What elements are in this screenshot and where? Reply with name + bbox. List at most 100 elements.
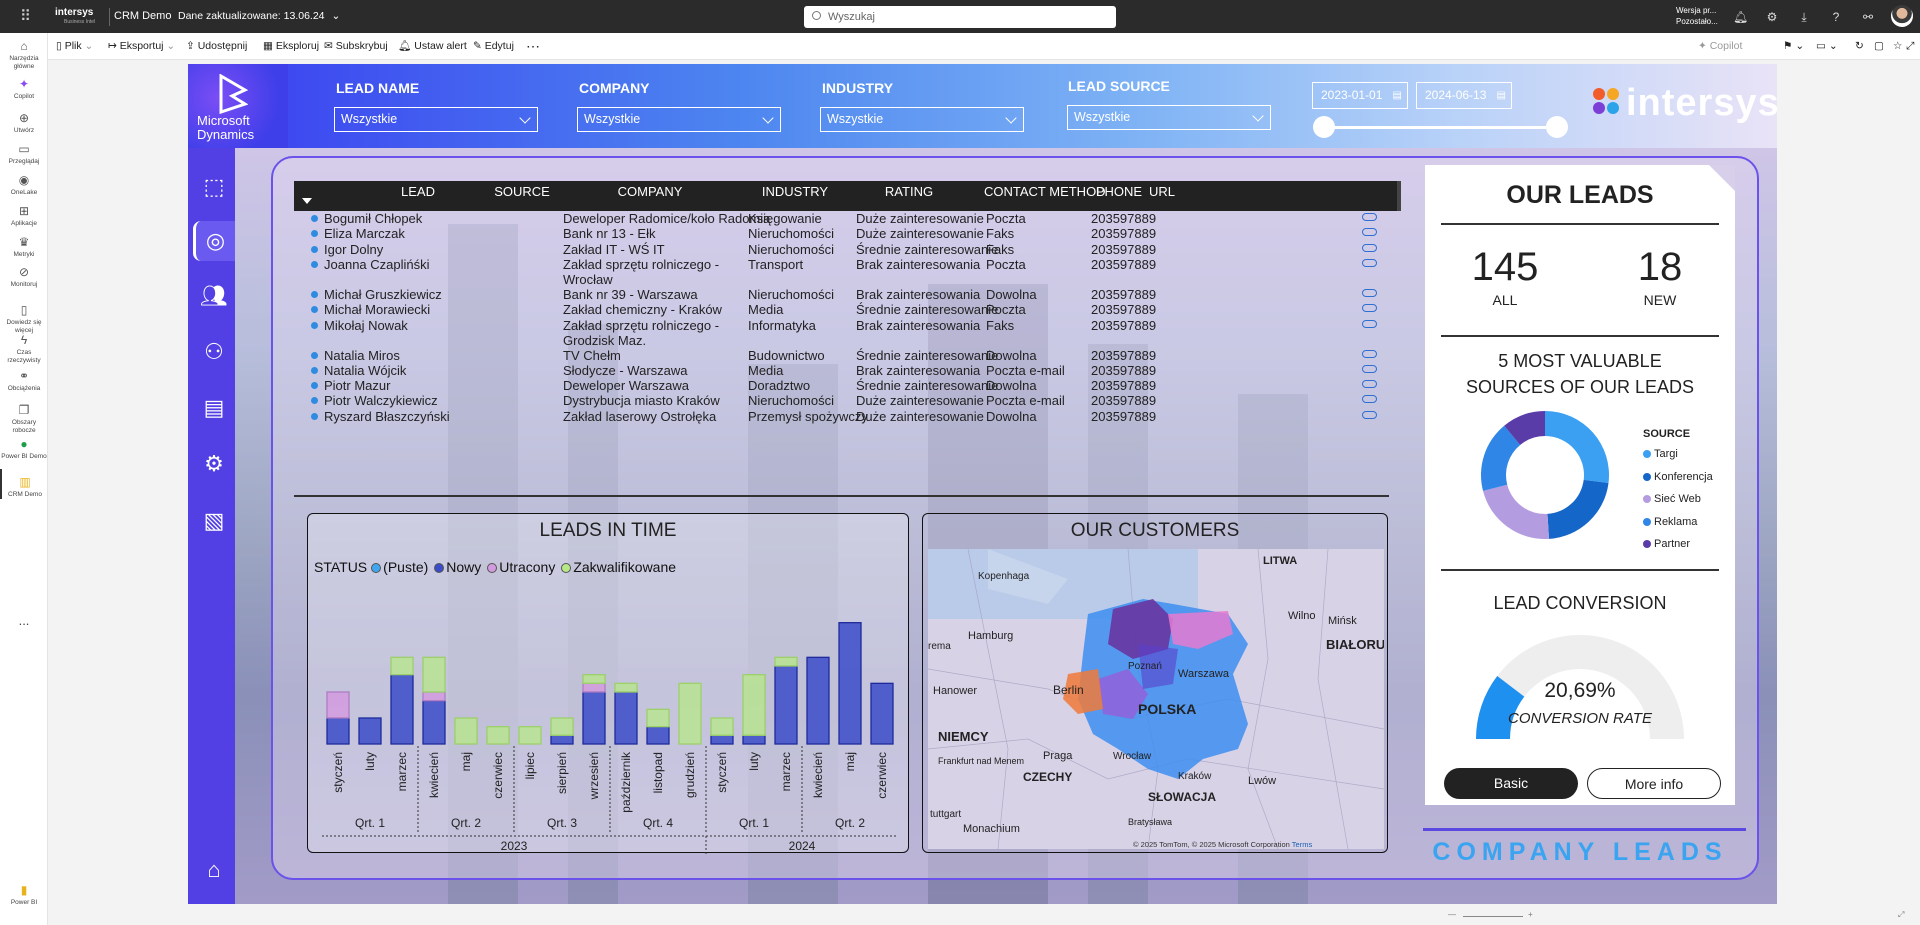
column-header[interactable]: LEAD — [364, 181, 472, 203]
bar-zakwalifikowane[interactable] — [678, 682, 702, 745]
date-slider-handle-start[interactable] — [1313, 116, 1335, 138]
sort-arrow-icon[interactable] — [302, 198, 312, 204]
link-icon[interactable] — [1362, 349, 1377, 358]
link-icon[interactable] — [1362, 258, 1377, 267]
date-from-input[interactable]: 2023-01-01 ▤ — [1312, 82, 1408, 109]
nav-item[interactable]: ❐ Obszary robocze — [0, 397, 48, 434]
column-header[interactable]: RATING — [849, 181, 969, 203]
bar-zakwalifikowane[interactable] — [454, 717, 478, 745]
legend-item[interactable]: Targi — [1643, 448, 1678, 460]
bar-zakwalifikowane[interactable] — [742, 674, 766, 736]
bar-zakwalifikowane[interactable] — [518, 726, 542, 745]
bar-zakwalifikowane[interactable] — [390, 656, 414, 676]
column-header[interactable]: PHONE — [1094, 181, 1144, 203]
share-link-icon[interactable]: ⚯ — [1861, 10, 1875, 24]
bar-utracony[interactable] — [582, 682, 606, 693]
bar-nowy[interactable] — [838, 622, 862, 745]
link-icon[interactable] — [1362, 410, 1377, 419]
nav-item[interactable]: ⊞ Aplikacje — [0, 198, 48, 228]
powerbi-switcher[interactable]: ▮ Power BI — [0, 883, 48, 907]
column-header[interactable]: COMPANY — [592, 181, 708, 203]
bar-nowy[interactable] — [870, 682, 894, 745]
column-header[interactable]: INDUSTRY — [739, 181, 851, 203]
link-icon[interactable] — [1362, 228, 1377, 237]
table-scrollbar[interactable] — [1397, 181, 1401, 211]
ticket-nav-icon[interactable]: ⬚ — [193, 167, 235, 207]
legend-item[interactable]: Konferencja — [1643, 471, 1713, 483]
edit-button[interactable]: ✎ Edytuj — [473, 33, 514, 60]
nav-item[interactable]: ◉ OneLake — [0, 167, 48, 197]
bar-utracony[interactable] — [326, 691, 350, 719]
map-terms-link[interactable]: Terms — [1292, 840, 1312, 849]
link-icon[interactable] — [1362, 319, 1377, 328]
map-canvas[interactable]: Kopenhaga LITWA Wilno Mińsk BIAŁORUŚ Hamburg r… — [928, 549, 1384, 849]
table-row[interactable]: Michał Morawiecki Zakład chemiczny - Krak… — [294, 302, 1394, 317]
more-nav-button[interactable]: ... — [0, 614, 48, 627]
subscribe-button[interactable]: ✉ Subskrybuj — [324, 33, 388, 60]
table-row[interactable]: Ryszard Błaszczyński Zakład laserowy Ostr… — [294, 409, 1394, 424]
bar-zakwalifikowane[interactable] — [710, 717, 734, 736]
nav-item[interactable]: ♛ Metryki — [0, 229, 48, 259]
copilot-button[interactable]: ✦ Copilot — [1698, 33, 1742, 60]
filter-lead-name[interactable]: Wszystkie — [334, 107, 538, 132]
settings-icon[interactable]: ⚙ — [1765, 10, 1779, 24]
link-icon[interactable] — [1362, 380, 1377, 389]
bar-nowy[interactable] — [614, 691, 638, 745]
explore-button[interactable]: ▦ Eksploruj — [263, 33, 319, 60]
link-icon[interactable] — [1362, 213, 1377, 221]
deals-nav-icon[interactable]: ⚇ — [193, 332, 235, 372]
bar-zakwalifikowane[interactable] — [614, 682, 638, 693]
link-icon[interactable] — [1362, 243, 1377, 252]
orders-nav-icon[interactable]: ⚙ — [193, 444, 235, 484]
legend-item[interactable]: Partner — [1643, 538, 1690, 550]
share-button[interactable]: ⇪ Udostępnij — [186, 33, 247, 60]
leads-nav-icon[interactable]: ◎ — [193, 221, 235, 261]
link-icon[interactable] — [1362, 304, 1377, 313]
bar-zakwalifikowane[interactable] — [550, 717, 574, 736]
bar-nowy[interactable] — [550, 734, 574, 745]
donut-slice[interactable] — [1483, 484, 1550, 539]
nav-item[interactable]: ⚭ Obciążenia — [0, 363, 48, 393]
bar-utracony[interactable] — [422, 691, 446, 702]
table-row[interactable]: Piotr Walczykiewicz Dystrybucja miasto Kr… — [294, 393, 1394, 408]
column-header[interactable]: CONTACT METHOD — [984, 181, 1106, 203]
zoom-out-button[interactable]: — — [1448, 910, 1456, 919]
zoom-slider[interactable] — [1463, 916, 1523, 917]
alert-button[interactable]: 🔔︎ Ustaw alert — [398, 33, 467, 60]
table-row[interactable]: Natalia Miros TV Chełm Budownictwo Średnie … — [294, 348, 1394, 363]
notifications-icon[interactable]: 🔔︎ — [1733, 10, 1748, 24]
date-to-input[interactable]: 2024-06-13 ▤ — [1416, 82, 1512, 109]
search-input[interactable]: Wyszukaj — [804, 6, 1116, 28]
donut-slice[interactable] — [1545, 411, 1610, 484]
bar-zakwalifikowane[interactable] — [646, 708, 670, 728]
more-info-button[interactable]: More info — [1587, 768, 1721, 799]
filter-industry[interactable]: Wszystkie — [820, 107, 1024, 132]
legend-item[interactable]: Reklama — [1643, 516, 1697, 528]
reports-nav-icon[interactable]: ▤ — [193, 388, 235, 428]
bar-zakwalifikowane[interactable] — [582, 674, 606, 684]
table-row[interactable]: Michał Gruszkiewicz Bank nr 39 - Warszawa… — [294, 287, 1394, 302]
table-row[interactable]: Natalia Wójcik Słodycze - Warszawa Media Br… — [294, 363, 1394, 378]
fit-page-icon[interactable]: ⤢ — [1898, 910, 1904, 920]
bar-nowy[interactable] — [710, 734, 734, 745]
bar-zakwalifikowane[interactable] — [774, 656, 798, 667]
table-row[interactable]: Igor Dolny Zakład IT - WŚ IT Nieruchomości… — [294, 242, 1394, 257]
app-launcher-icon[interactable]: ⠿ — [20, 0, 31, 33]
filter-lead-source[interactable]: Wszystkie — [1067, 105, 1271, 130]
help-icon[interactable]: ? — [1829, 10, 1843, 24]
nav-item[interactable]: ⌂ Narzędzia główne — [0, 33, 48, 70]
column-header[interactable]: URL — [1149, 181, 1175, 203]
user-trial-info[interactable]: Wersja pr... Pozostało... — [1676, 5, 1718, 27]
nav-item[interactable]: ✦ Copilot — [0, 71, 48, 101]
column-header[interactable]: SOURCE — [464, 181, 580, 203]
table-row[interactable]: Mikołaj Nowak Zakład sprzętu rolniczego -… — [294, 318, 1394, 348]
download-icon[interactable]: ⤓ — [1797, 10, 1811, 24]
nav-item[interactable]: ⊘ Monitoruj — [0, 259, 48, 289]
app-name[interactable]: CRM Demo — [114, 0, 171, 33]
basic-button[interactable]: Basic — [1444, 768, 1578, 799]
link-icon[interactable] — [1362, 364, 1377, 373]
home-nav-icon[interactable]: ⌂ — [193, 850, 235, 890]
nav-item[interactable]: ▭ Przeglądaj — [0, 136, 48, 166]
link-icon[interactable] — [1362, 288, 1377, 297]
bar-nowy[interactable] — [806, 656, 830, 745]
